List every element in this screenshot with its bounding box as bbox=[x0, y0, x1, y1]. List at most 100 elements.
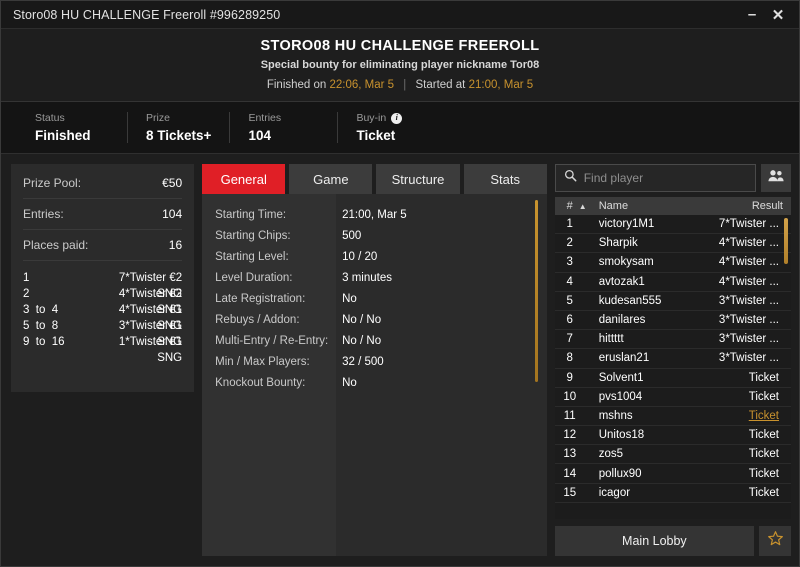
player-rank: 4 bbox=[566, 275, 573, 288]
started-label: Started at bbox=[415, 79, 466, 91]
player-rank: 13 bbox=[563, 448, 577, 461]
column-header-name[interactable]: Name bbox=[593, 200, 752, 212]
payout-prize: 4*Twister €1 SNG bbox=[118, 304, 183, 332]
people-icon-button[interactable] bbox=[761, 164, 791, 192]
detail-tabs: General Game Structure Stats bbox=[202, 164, 547, 194]
search-input[interactable] bbox=[583, 171, 747, 185]
player-result[interactable]: Ticket bbox=[749, 410, 779, 422]
payout-place: 1 bbox=[23, 272, 30, 284]
player-row[interactable]: 3 smokysam 4*Twister ... bbox=[554, 253, 791, 273]
player-rank: 5 bbox=[566, 294, 573, 307]
buyin-label-row: Buy-in i bbox=[356, 112, 411, 124]
detail-value: No bbox=[342, 376, 357, 389]
window-title: Storo08 HU CHALLENGE Freeroll #996289250 bbox=[13, 7, 281, 22]
payout-row: 9 to 16 1*Twister €1 SNG bbox=[23, 334, 182, 364]
player-rank: 10 bbox=[563, 390, 577, 403]
player-result: 4*Twister ... bbox=[718, 237, 779, 250]
player-row-highlighted[interactable]: 11 mshns Ticket bbox=[554, 407, 791, 427]
prize-pool-value: €50 bbox=[162, 176, 183, 190]
star-icon bbox=[767, 530, 784, 552]
tab-stats[interactable]: Stats bbox=[463, 164, 547, 194]
player-row[interactable]: 13 zos5 Ticket bbox=[554, 445, 791, 465]
status-item-status: Status Finished bbox=[35, 112, 127, 143]
favorite-button[interactable] bbox=[759, 526, 791, 556]
player-row[interactable]: 7 hittttt 3*Twister ... bbox=[554, 330, 791, 350]
info-icon[interactable]: i bbox=[391, 112, 403, 124]
player-name: smokysam bbox=[598, 256, 654, 269]
detail-row: Rebuys / Addon: No / No bbox=[202, 309, 547, 330]
player-row[interactable]: 4 avtozak1 4*Twister ... bbox=[554, 273, 791, 292]
prize-label: Prize bbox=[146, 112, 170, 124]
player-rank: 3 bbox=[566, 256, 573, 269]
payout-prize: 3*Twister €1 SNG bbox=[118, 320, 183, 348]
player-rank: 14 bbox=[563, 467, 577, 480]
people-icon bbox=[768, 169, 784, 187]
players-column: # ▲ Name Result 1 victory1M1 7*Twister .… bbox=[554, 164, 791, 556]
places-paid-row: Places paid: 16 bbox=[23, 230, 183, 261]
prize-value: 8 Tickets+ bbox=[146, 128, 212, 143]
player-row[interactable]: 12 Unitos18 Ticket bbox=[554, 426, 791, 446]
search-box[interactable] bbox=[554, 164, 756, 192]
detail-value: 21:00, Mar 5 bbox=[342, 208, 407, 221]
player-list-header: # ▲ Name Result bbox=[554, 197, 791, 215]
player-list-scrollbar[interactable] bbox=[784, 218, 788, 264]
detail-row: Multi-Entry / Re-Entry: No / No bbox=[202, 330, 547, 351]
player-result: Ticket bbox=[748, 371, 779, 384]
payout-table: 1 7*Twister €2 SNG 2 4*Twister €2 SNG 3 … bbox=[23, 261, 183, 364]
player-name: icagor bbox=[598, 486, 631, 499]
tab-game[interactable]: Game bbox=[289, 164, 373, 194]
sort-ascending-icon[interactable]: ▲ bbox=[579, 202, 593, 211]
player-rank: 12 bbox=[563, 429, 577, 442]
player-row[interactable]: 14 pollux90 Ticket bbox=[554, 464, 791, 484]
detail-row: Late Registration: No bbox=[202, 288, 547, 309]
detail-key: Starting Time: bbox=[215, 208, 287, 221]
player-row[interactable]: 6 danilares 3*Twister ... bbox=[554, 311, 791, 331]
minimize-button[interactable]: – bbox=[741, 4, 763, 26]
player-result: 4*Twister ... bbox=[718, 275, 779, 288]
player-rank: 8 bbox=[566, 352, 573, 365]
player-row[interactable]: 5 kudesan555 3*Twister ... bbox=[554, 292, 791, 311]
player-row[interactable]: 8 eruslan21 3*Twister ... bbox=[554, 349, 791, 369]
detail-scrollbar[interactable] bbox=[534, 200, 538, 382]
detail-key: Min / Max Players: bbox=[215, 355, 310, 368]
payout-prize: 4*Twister €2 SNG bbox=[118, 288, 183, 316]
close-button[interactable]: ✕ bbox=[767, 4, 789, 26]
payout-place: 2 bbox=[23, 288, 30, 300]
payout-row: 1 7*Twister €2 SNG bbox=[23, 270, 182, 300]
entries-key: Entries: bbox=[23, 207, 64, 221]
finished-label: Finished on bbox=[266, 79, 327, 91]
status-value: Finished bbox=[35, 128, 91, 143]
detail-value: 500 bbox=[342, 229, 362, 242]
entries-value: 104 bbox=[248, 128, 271, 143]
player-result: Ticket bbox=[748, 390, 779, 403]
player-result: 3*Twister ... bbox=[718, 294, 779, 307]
detail-value: 32 / 500 bbox=[342, 355, 384, 368]
payout-place: 9 to 16 bbox=[23, 336, 65, 348]
status-label: Status bbox=[35, 112, 65, 124]
player-name: mshns bbox=[598, 409, 633, 422]
details-column: General Game Structure Stats Starting Ti… bbox=[202, 164, 547, 556]
column-header-result[interactable]: Result bbox=[752, 200, 783, 212]
tournament-title: STORO08 HU CHALLENGE FREEROLL bbox=[260, 38, 540, 54]
tab-structure[interactable]: Structure bbox=[376, 164, 460, 194]
detail-key: Level Duration: bbox=[215, 271, 293, 284]
player-list[interactable]: 1 victory1M1 7*Twister ... 2 Sharpik 4*T… bbox=[554, 215, 791, 519]
tab-general[interactable]: General bbox=[202, 164, 286, 194]
places-paid-value: 16 bbox=[168, 238, 183, 252]
player-row[interactable]: 1 victory1M1 7*Twister ... bbox=[554, 215, 791, 235]
main-lobby-button[interactable]: Main Lobby bbox=[554, 526, 754, 556]
player-row[interactable]: 15 icagor Ticket bbox=[554, 484, 791, 503]
detail-value: No / No bbox=[342, 313, 382, 326]
places-paid-key: Places paid: bbox=[23, 238, 89, 252]
finished-time: 22:06, Mar 5 bbox=[329, 79, 395, 91]
player-row[interactable]: 2 Sharpik 4*Twister ... bbox=[554, 234, 791, 254]
player-row[interactable]: 9 Solvent1 Ticket bbox=[554, 369, 791, 388]
column-header-num: # bbox=[566, 200, 573, 212]
player-name: victory1M1 bbox=[598, 218, 655, 231]
player-row[interactable]: 10 pvs1004 Ticket bbox=[554, 388, 791, 407]
lobby-action-row: Main Lobby bbox=[554, 526, 791, 556]
player-result: 3*Twister ... bbox=[718, 352, 779, 365]
detail-value: No / No bbox=[342, 334, 382, 347]
payout-place: 5 to 8 bbox=[23, 320, 59, 332]
started-time: 21:00, Mar 5 bbox=[468, 79, 534, 91]
